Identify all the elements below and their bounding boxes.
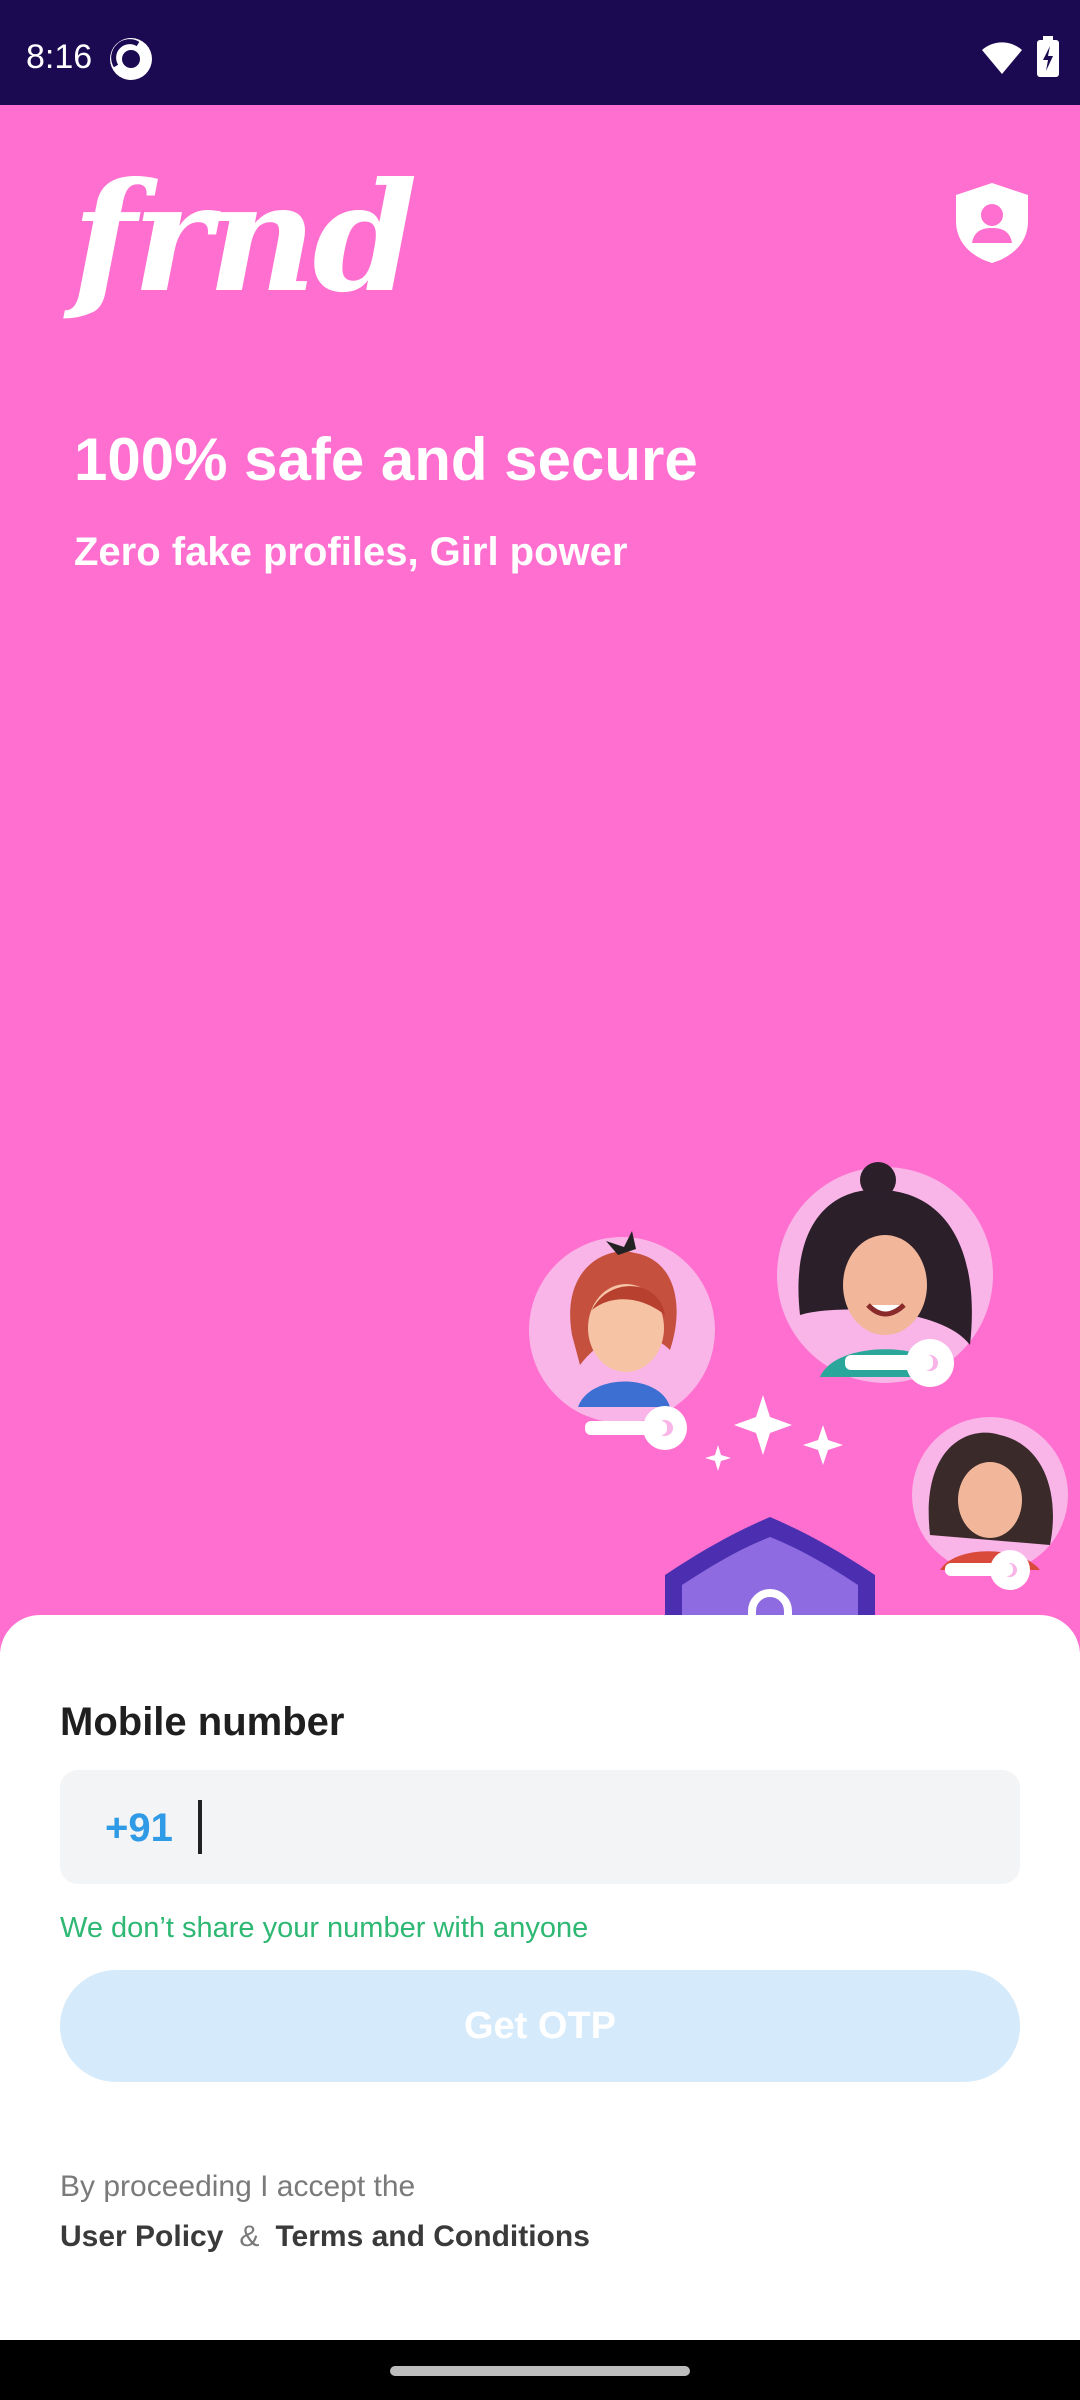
wifi-icon: [982, 42, 1022, 74]
phone-field[interactable]: +91: [60, 1770, 1020, 1884]
frnd-logo: frnd: [72, 150, 417, 326]
policy-links: User Policy & Terms and Conditions: [60, 2220, 590, 2254]
privacy-note: We don’t share your number with anyone: [60, 1912, 589, 1944]
shield-user-icon[interactable]: [952, 181, 1032, 265]
consent-text: By proceeding I accept the: [60, 2170, 416, 2203]
app-notification-icon: [110, 38, 152, 80]
phone-number-input[interactable]: [198, 1792, 982, 1864]
avatar-left: [529, 1231, 715, 1450]
status-time: 8:16: [26, 38, 93, 76]
onboarding-carousel[interactable]: frnd 100% safe and secure Zero fake prof…: [0, 105, 1080, 1693]
sparkle-icons: [705, 1395, 843, 1471]
hero-subtitle: Zero fake profiles, Girl power: [74, 530, 628, 574]
battery-charging-icon: [1037, 36, 1059, 77]
ampersand: &: [239, 2220, 260, 2253]
login-sheet: Mobile number +91 We don’t share your nu…: [0, 1615, 1080, 2340]
user-policy-link[interactable]: User Policy: [60, 2220, 223, 2253]
home-gesture-handle[interactable]: [390, 2366, 690, 2376]
avatar-top-right: [777, 1162, 993, 1387]
navigation-bar: [0, 2340, 1080, 2400]
country-code[interactable]: +91: [105, 1806, 173, 1851]
avatar-bottom-right: [912, 1417, 1068, 1590]
hero-title: 100% safe and secure: [74, 426, 698, 493]
terms-link[interactable]: Terms and Conditions: [275, 2220, 589, 2253]
mobile-number-label: Mobile number: [60, 1700, 345, 1744]
status-bar: 8:16: [0, 0, 1080, 105]
get-otp-button[interactable]: Get OTP: [60, 1970, 1020, 2082]
